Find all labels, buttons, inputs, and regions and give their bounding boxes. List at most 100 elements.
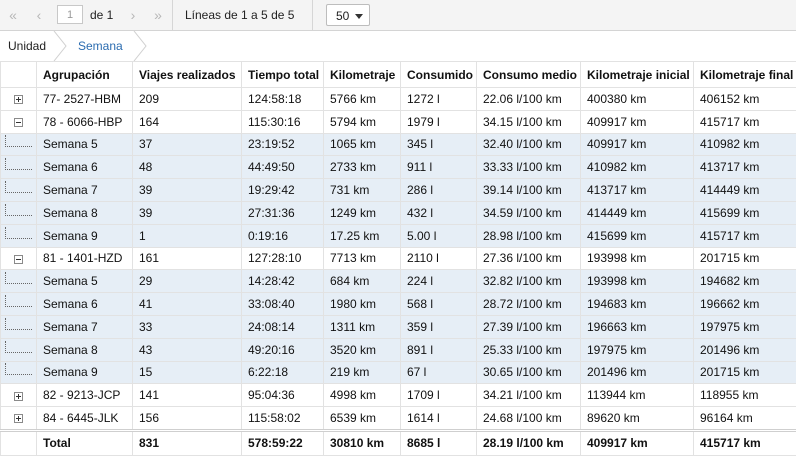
table-cell: 410982 km (694, 133, 796, 156)
table-cell: 118955 km (694, 384, 796, 407)
table-cell: 406152 km (694, 88, 796, 111)
table-cell: 164 (133, 110, 242, 133)
table-row[interactable]: 82 - 9213-JCP14195:04:364998 km1709 l34.… (1, 384, 796, 407)
page-size-value: 50 (336, 9, 349, 23)
table-row[interactable]: 84 - 6445-JLK156115:58:026539 km1614 l24… (1, 407, 796, 431)
row-label: 82 - 9213-JCP (37, 384, 133, 407)
table-cell: 4998 km (324, 384, 401, 407)
table-cell: 1 (133, 224, 242, 247)
table-cell: 345 l (401, 133, 477, 156)
table-cell: 6:22:18 (242, 361, 324, 384)
breadcrumb-item-semana[interactable]: Semana (78, 39, 123, 53)
page-number-input[interactable] (57, 5, 83, 24)
table-cell: 33:08:40 (242, 293, 324, 316)
table-cell: 415717 km (694, 110, 796, 133)
collapse-icon[interactable] (14, 255, 23, 264)
table-cell: 115:30:16 (242, 110, 324, 133)
table-cell: 39 (133, 179, 242, 202)
table-cell: 15 (133, 361, 242, 384)
table-cell: 33.33 l/100 km (477, 156, 581, 179)
last-page-icon[interactable]: » (147, 5, 169, 25)
tree-connector-icon (5, 181, 32, 193)
table-cell: 95:04:36 (242, 384, 324, 407)
table-cell: 124:58:18 (242, 88, 324, 111)
column-header[interactable]: Agrupación (37, 62, 133, 88)
table-subrow[interactable]: Semana 84349:20:163520 km891 l25.33 l/10… (1, 338, 796, 361)
table-cell: 34.15 l/100 km (477, 110, 581, 133)
table-cell: 28.98 l/100 km (477, 224, 581, 247)
table-cell: 33 (133, 315, 242, 338)
column-header[interactable]: Kilometraje (324, 62, 401, 88)
tree-connector-icon (5, 135, 32, 147)
expand-icon[interactable] (14, 392, 23, 401)
tree-connector-icon (5, 272, 32, 284)
table-row[interactable]: 78 - 6066-HBP164115:30:165794 km1979 l34… (1, 110, 796, 133)
table-cell: 209 (133, 88, 242, 111)
table-cell: 219 km (324, 361, 401, 384)
row-toggle-cell (1, 407, 37, 431)
breadcrumb-item-unidad[interactable]: Unidad (8, 39, 46, 53)
table-cell: 684 km (324, 270, 401, 293)
pagination-toolbar: « ‹ de 1 › » Líneas de 1 a 5 de 5 50 (0, 0, 796, 31)
table-cell: 32.40 l/100 km (477, 133, 581, 156)
first-page-icon[interactable]: « (2, 5, 24, 25)
column-header[interactable]: Kilometraje inicial (581, 62, 694, 88)
table-cell: 5.00 l (401, 224, 477, 247)
column-header[interactable]: Consumido (401, 62, 477, 88)
table-cell: 409917 km (581, 133, 694, 156)
row-label: 78 - 6066-HBP (37, 110, 133, 133)
table-subrow[interactable]: Semana 73324:08:141311 km359 l27.39 l/10… (1, 315, 796, 338)
table-cell: 194682 km (694, 270, 796, 293)
table-cell: 22.06 l/100 km (477, 88, 581, 111)
table-cell: 193998 km (581, 270, 694, 293)
table-subrow[interactable]: Semana 73919:29:42731 km286 l39.14 l/100… (1, 179, 796, 202)
table-cell: 37 (133, 133, 242, 156)
table-cell: 27.39 l/100 km (477, 315, 581, 338)
report-table: Agrupación Viajes realizados Tiempo tota… (0, 61, 796, 456)
expand-icon[interactable] (14, 414, 23, 423)
column-header[interactable]: Viajes realizados (133, 62, 242, 88)
table-cell: 29 (133, 270, 242, 293)
column-header[interactable]: Kilometraje final (694, 62, 796, 88)
prev-page-icon[interactable]: ‹ (28, 5, 50, 25)
table-subrow[interactable]: Semana 64133:08:401980 km568 l28.72 l/10… (1, 293, 796, 316)
row-label: Semana 8 (37, 201, 133, 224)
column-header[interactable]: Tiempo total (242, 62, 324, 88)
tree-connector-icon (5, 318, 32, 330)
table-cell: 27.36 l/100 km (477, 247, 581, 270)
table-cell: 409917 km (581, 110, 694, 133)
table-subrow[interactable]: Semana 9156:22:18219 km67 l30.65 l/100 k… (1, 361, 796, 384)
table-cell: 17.25 km (324, 224, 401, 247)
next-page-icon[interactable]: › (122, 5, 144, 25)
table-cell: 24.68 l/100 km (477, 407, 581, 431)
row-label: Semana 7 (37, 179, 133, 202)
table-cell: 201496 km (694, 338, 796, 361)
table-cell: 34.21 l/100 km (477, 384, 581, 407)
collapse-icon[interactable] (14, 118, 23, 127)
table-row[interactable]: 81 - 1401-HZD161127:28:107713 km2110 l27… (1, 247, 796, 270)
table-row[interactable]: 77- 2527-HBM209124:58:185766 km1272 l22.… (1, 88, 796, 111)
column-header[interactable]: Consumo medio (477, 62, 581, 88)
row-label: Semana 9 (37, 224, 133, 247)
table-cell: 1979 l (401, 110, 477, 133)
tree-connector-icon (5, 341, 32, 353)
table-subrow[interactable]: Semana 53723:19:521065 km345 l32.40 l/10… (1, 133, 796, 156)
table-cell: 197975 km (581, 338, 694, 361)
table-cell: 43 (133, 338, 242, 361)
total-toggle (1, 430, 37, 455)
table-cell: 113944 km (581, 384, 694, 407)
page-size-select[interactable]: 50 (326, 4, 370, 26)
table-cell: 44:49:50 (242, 156, 324, 179)
table-subrow[interactable]: Semana 52914:28:42684 km224 l32.82 l/100… (1, 270, 796, 293)
table-cell: 27:31:36 (242, 201, 324, 224)
table-subrow[interactable]: Semana 83927:31:361249 km432 l34.59 l/10… (1, 201, 796, 224)
breadcrumb-separator-icon (133, 31, 147, 61)
table-cell: 23:19:52 (242, 133, 324, 156)
row-toggle-cell (1, 156, 37, 179)
expand-icon[interactable] (14, 95, 23, 104)
table-subrow[interactable]: Semana 910:19:1617.25 km5.00 l28.98 l/10… (1, 224, 796, 247)
row-toggle-cell (1, 201, 37, 224)
table-cell: 359 l (401, 315, 477, 338)
table-subrow[interactable]: Semana 64844:49:502733 km911 l33.33 l/10… (1, 156, 796, 179)
row-toggle-cell (1, 133, 37, 156)
